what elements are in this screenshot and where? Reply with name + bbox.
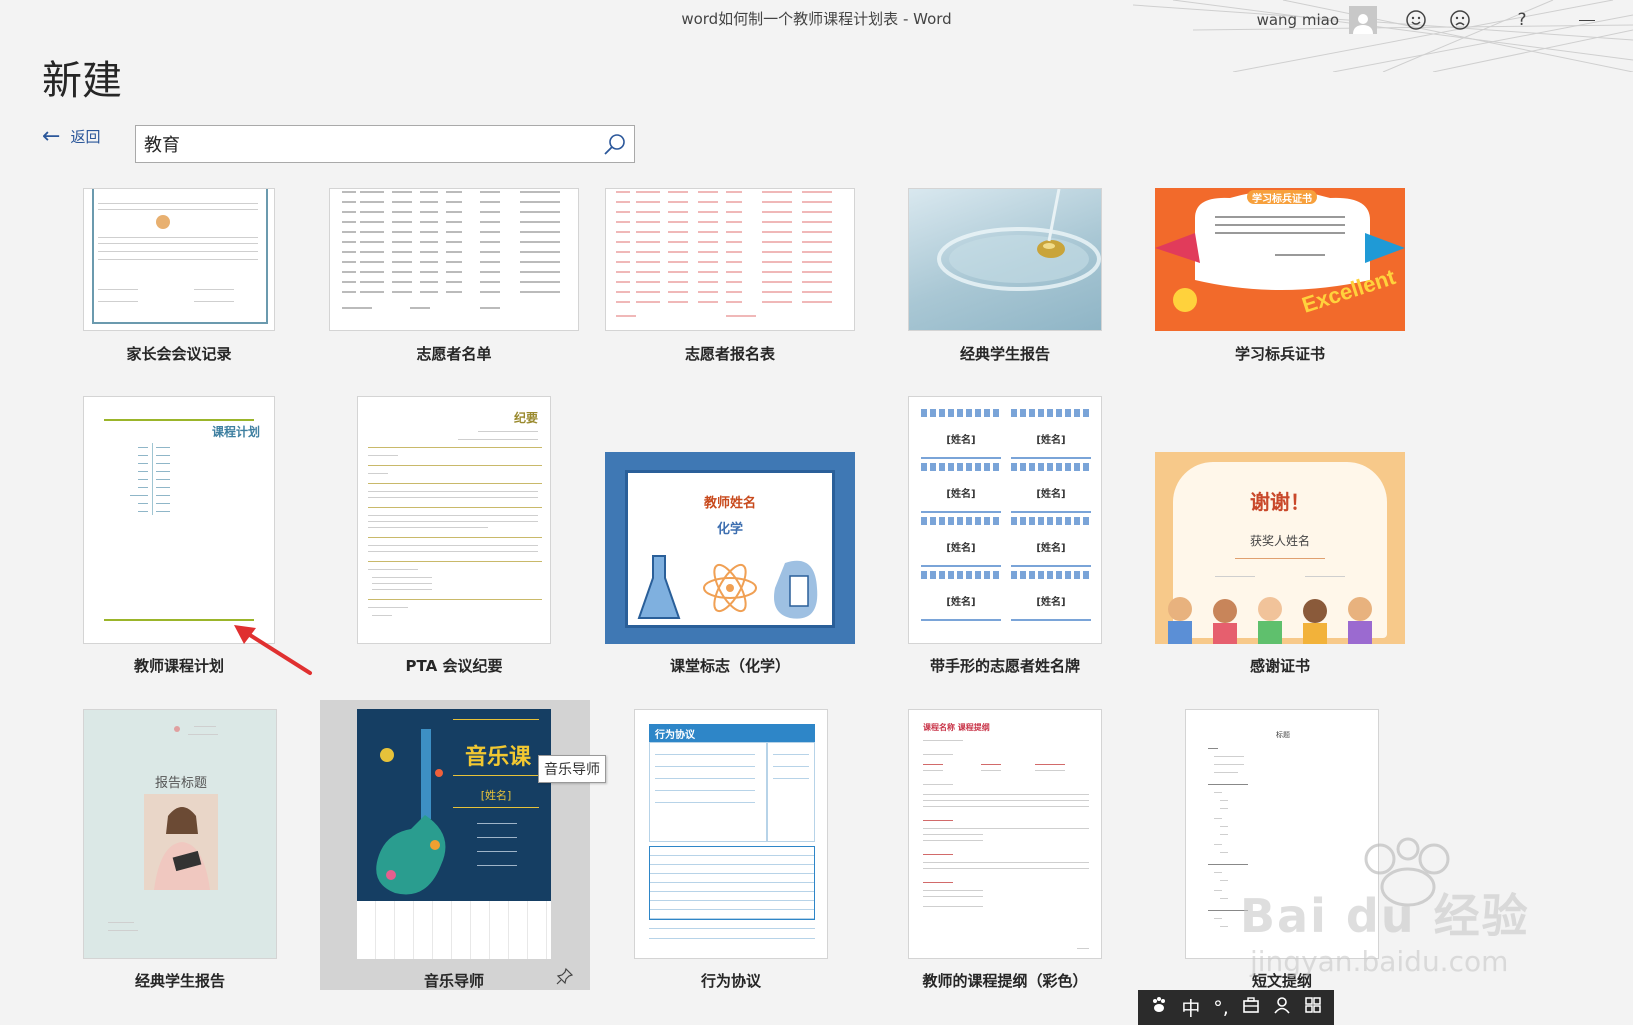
template-label: 家长会会议记录	[126, 345, 232, 363]
behavior-title-text: 行为协议	[655, 730, 695, 741]
grid-icon[interactable]	[1304, 996, 1322, 1019]
pin-icon[interactable]	[556, 967, 574, 985]
thanks-text: 谢谢！	[1250, 490, 1310, 514]
music-name-text: [姓名]	[480, 789, 512, 802]
person-icon	[1353, 14, 1373, 34]
template-thumbnail[interactable]: 课程计划	[83, 396, 275, 644]
template-label: 感谢证书	[1249, 657, 1310, 675]
punctuation-icon[interactable]: °,	[1213, 997, 1229, 1019]
tooltip: 音乐导师	[538, 755, 606, 783]
avatar[interactable]	[1349, 6, 1377, 34]
template-label: 音乐导师	[423, 972, 484, 990]
template-thumbnail[interactable]: 行为协议	[634, 709, 828, 959]
paw-icon[interactable]	[1150, 996, 1168, 1019]
search-box	[135, 125, 635, 163]
template-thumbnail[interactable]	[329, 188, 579, 331]
frown-icon[interactable]	[1445, 5, 1475, 35]
template-thumbnail[interactable]	[908, 188, 1102, 331]
template-thumbnail[interactable]: 谢谢！ 获奖人姓名	[1155, 452, 1405, 644]
toolbox-icon[interactable]	[1242, 996, 1260, 1019]
template-label: 教师的课程提纲（彩色）	[922, 972, 1088, 990]
name-tag-text: [姓名]	[1036, 435, 1066, 446]
outline-title-text: 课程名称 课程提纲	[923, 723, 990, 732]
essay-title-text: 标题	[1276, 731, 1290, 739]
title-bar: word如何制一个教师课程计划表 - Word wang miao ?	[0, 0, 1633, 72]
template-thumbnail[interactable]: [姓名] [姓名] [姓名] [姓名] [姓名] [姓名] [姓名] [姓名]	[908, 396, 1102, 644]
template-thumbnail[interactable]: Excellent 学习标兵证书	[1155, 188, 1405, 331]
template-label: 经典学生报告	[134, 972, 225, 990]
template-label: 经典学生报告	[959, 345, 1050, 363]
music-title-text: 音乐课	[464, 745, 531, 770]
user-icon[interactable]	[1273, 996, 1291, 1019]
name-tag-text: [姓名]	[1036, 597, 1066, 608]
report-title-text: 报告标题	[154, 776, 207, 791]
ime-toolbar: 中 °,	[1138, 990, 1334, 1025]
template-thumbnail[interactable]: 音乐课 [姓名]	[357, 709, 551, 959]
user-name[interactable]: wang miao	[1257, 11, 1339, 29]
course-plan-title: 课程计划	[211, 425, 260, 439]
template-label: 学习标兵证书	[1234, 345, 1325, 363]
template-thumbnail[interactable]: 课程名称 课程提纲	[908, 709, 1102, 959]
teacher-name-text: 教师姓名	[703, 496, 756, 511]
template-label: 带手形的志愿者姓名牌	[929, 657, 1080, 675]
name-tag-text: [姓名]	[1036, 489, 1066, 500]
search-input[interactable]	[136, 126, 576, 162]
back-button[interactable]: ← 返回	[42, 123, 101, 149]
template-thumbnail[interactable]: 纪要	[357, 396, 551, 644]
watermark-url: jingyan.baidu.com	[1250, 945, 1509, 978]
search-icon[interactable]	[602, 132, 628, 158]
subject-text: 化学	[716, 522, 743, 537]
help-icon[interactable]: ?	[1507, 5, 1537, 35]
arrow-left-icon: ←	[42, 123, 61, 149]
name-tag-text: [姓名]	[946, 543, 976, 554]
annotation-arrow	[234, 625, 312, 675]
awardee-text: 获奖人姓名	[1249, 534, 1310, 548]
name-tag-text: [姓名]	[946, 489, 976, 500]
template-thumbnail[interactable]: 教师姓名 化学	[605, 452, 855, 644]
template-thumbnail[interactable]	[83, 188, 275, 331]
ime-language-toggle[interactable]: 中	[1181, 994, 1200, 1021]
minimize-icon	[1579, 19, 1595, 21]
watermark-text: Bai du 经验	[1240, 889, 1530, 943]
template-label: PTA 会议纪要	[405, 657, 503, 675]
certificate-title: 学习标兵证书	[1252, 194, 1312, 205]
back-label: 返回	[70, 128, 101, 146]
minimize-button[interactable]	[1567, 5, 1607, 35]
page-title: 新建	[42, 58, 122, 104]
name-tag-text: [姓名]	[1036, 543, 1066, 554]
name-tag-text: [姓名]	[946, 435, 976, 446]
name-tag-text: [姓名]	[946, 597, 976, 608]
smile-icon[interactable]	[1401, 5, 1431, 35]
template-label: 行为协议	[700, 972, 761, 990]
template-label: 志愿者名单	[416, 345, 492, 363]
template-thumbnail[interactable]	[605, 188, 855, 331]
minutes-title: 纪要	[513, 411, 538, 425]
template-thumbnail[interactable]: 报告标题	[83, 709, 277, 959]
template-label: 志愿者报名表	[684, 345, 775, 363]
template-label: 课堂标志（化学）	[669, 657, 790, 675]
